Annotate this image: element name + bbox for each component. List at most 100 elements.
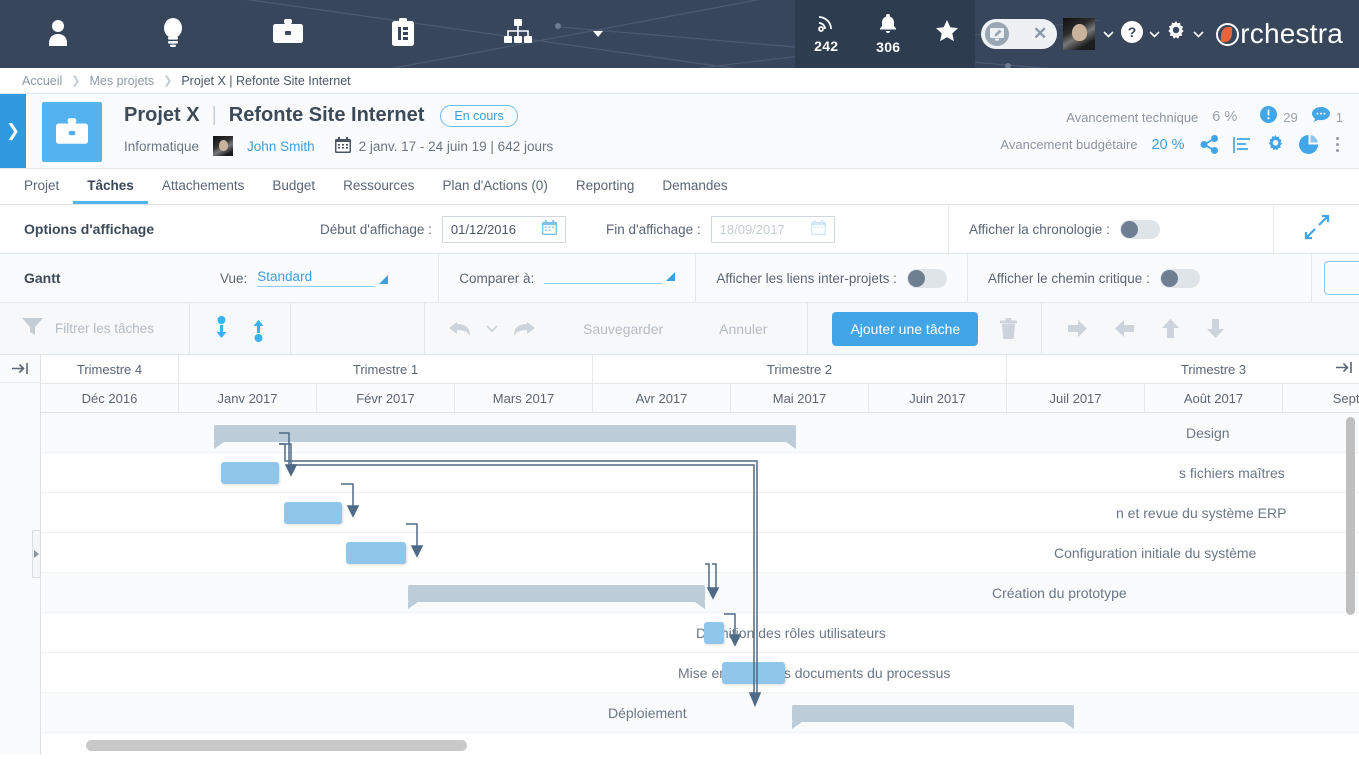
orchestra-logo[interactable]: rchestra <box>1206 0 1359 68</box>
indent-left-button[interactable] <box>1115 320 1134 337</box>
end-date-group: Fin d'affichage : 18/09/2017 <box>586 205 855 253</box>
move-down-button[interactable] <box>1207 319 1224 338</box>
nav-user-menu[interactable] <box>1063 0 1118 68</box>
edit-mode-toggle[interactable]: ✕ <box>981 19 1057 49</box>
panel-splitter-handle[interactable] <box>32 530 41 578</box>
nav-portfolio-button[interactable] <box>345 0 460 68</box>
gantt-view-button[interactable] <box>1233 136 1252 154</box>
gantt-left-gutter <box>0 355 41 755</box>
calendar-icon[interactable] <box>542 220 557 238</box>
view-select[interactable]: Standard <box>257 269 388 287</box>
undo-button[interactable] <box>449 320 472 338</box>
redo-button[interactable] <box>512 320 535 338</box>
feed-count: 242 <box>814 38 838 54</box>
interproject-toggle[interactable] <box>907 269 947 288</box>
filter-tasks-input[interactable]: Filtrer les tâches <box>0 303 190 354</box>
settings-button[interactable] <box>1266 135 1285 154</box>
pie-chart-button[interactable] <box>1299 135 1318 154</box>
tab-reporting[interactable]: Reporting <box>562 169 649 204</box>
project-owner[interactable]: John Smith <box>247 139 315 154</box>
nav-settings-button[interactable] <box>1162 0 1206 68</box>
project-tabs: Projet Tâches Attachements Budget Ressou… <box>0 169 1359 205</box>
status-badge[interactable]: En cours <box>440 105 517 127</box>
move-up-button[interactable] <box>1162 319 1179 338</box>
bell-icon <box>879 14 897 38</box>
month-header: Août 2017 <box>1145 384 1283 412</box>
save-button[interactable]: Sauvegarder <box>583 321 663 337</box>
tab-projet[interactable]: Projet <box>10 169 73 204</box>
horizontal-scrollbar-track[interactable] <box>82 740 1341 751</box>
gantt-options-title: Gantt <box>0 254 200 302</box>
nav-user-button[interactable] <box>0 0 115 68</box>
alert-count: 306 <box>876 39 900 55</box>
gantt-rows: Design s fichiers maîtres n et revue du … <box>41 413 1359 733</box>
nav-idea-button[interactable] <box>115 0 230 68</box>
brand-text: rchestra <box>1240 18 1343 50</box>
view-label: Vue: <box>220 271 247 286</box>
history-group <box>291 303 425 354</box>
expand-all-button[interactable] <box>251 316 266 342</box>
issues-badge[interactable]: 29 <box>1260 106 1297 128</box>
user-icon <box>45 18 71 51</box>
nav-favorites-button[interactable] <box>919 0 975 68</box>
cancel-button[interactable]: Annuler <box>719 321 767 337</box>
share-button[interactable] <box>1200 135 1219 154</box>
tab-plan-actions[interactable]: Plan d'Actions (0) <box>428 169 561 204</box>
breadcrumb-item-projects[interactable]: Mes projets <box>90 74 155 88</box>
vertical-scrollbar[interactable] <box>1346 417 1355 615</box>
compare-select[interactable] <box>544 272 675 284</box>
expand-panel-button[interactable] <box>1336 361 1353 379</box>
expand-arrows-icon <box>1304 214 1330 245</box>
project-metrics: Avancement technique 6 % 29 1 Avancement… <box>1000 94 1359 168</box>
interproject-toggle-label: Afficher les liens inter-projets : <box>716 271 897 286</box>
month-header: Juil 2017 <box>1007 384 1145 412</box>
chevron-right-icon: ❯ <box>71 74 80 87</box>
collapse-panel-button[interactable] <box>0 355 40 383</box>
collapse-all-button[interactable] <box>214 316 229 342</box>
project-dates: 2 janv. 17 - 24 juin 19 | 642 jours <box>359 139 554 154</box>
chevron-down-icon <box>666 272 675 281</box>
nav-more-dropdown[interactable] <box>575 0 621 68</box>
nav-feed-button[interactable]: 242 <box>795 0 857 68</box>
close-icon[interactable]: ✕ <box>1033 24 1053 44</box>
tab-demandes[interactable]: Demandes <box>648 169 741 204</box>
project-header: ❯ Projet X | Refonte Site Internet En co… <box>0 94 1359 169</box>
nav-alerts-button[interactable]: 306 <box>857 0 919 68</box>
partial-control-button[interactable] <box>1324 261 1359 295</box>
tab-taches[interactable]: Tâches <box>73 169 148 204</box>
horizontal-scrollbar-thumb[interactable] <box>86 740 467 751</box>
top-navigation-bar: 242 306 ✕ ? <box>0 0 1359 68</box>
breadcrumb-item-home[interactable]: Accueil <box>22 74 62 88</box>
nav-projects-button[interactable] <box>230 0 345 68</box>
sidebar-expand-button[interactable]: ❯ <box>0 94 26 168</box>
delete-task-button[interactable] <box>1000 318 1017 339</box>
more-actions-button[interactable] <box>1332 137 1344 153</box>
timeline-toggle[interactable] <box>1120 220 1160 239</box>
start-date-input[interactable]: 01/12/2016 <box>442 216 566 243</box>
extra-control-area <box>1311 254 1359 302</box>
tab-ressources[interactable]: Ressources <box>329 169 428 204</box>
compare-select-group: Comparer à: <box>438 254 695 302</box>
portfolio-icon <box>391 18 415 51</box>
project-info: Projet X | Refonte Site Internet En cour… <box>102 94 553 168</box>
calendar-icon <box>335 137 351 156</box>
undo-dropdown[interactable] <box>486 325 498 333</box>
month-header: Févr 2017 <box>317 384 455 412</box>
chevron-down-icon <box>593 31 603 37</box>
add-delete-group: Ajouter une tâche <box>808 303 1042 354</box>
calendar-icon[interactable] <box>811 220 826 238</box>
tab-attachements[interactable]: Attachements <box>148 169 259 204</box>
breadcrumb-item-current[interactable]: Projet X | Refonte Site Internet <box>181 74 350 88</box>
gantt-timeline-area: Trimestre 4 Trimestre 1 Trimestre 2 Trim… <box>41 355 1359 755</box>
tab-budget[interactable]: Budget <box>258 169 329 204</box>
avatar <box>1063 18 1095 50</box>
indent-right-button[interactable] <box>1068 320 1087 337</box>
critical-path-toggle[interactable] <box>1160 269 1200 288</box>
fullscreen-button[interactable] <box>1273 205 1359 253</box>
add-task-button[interactable]: Ajouter une tâche <box>832 312 978 346</box>
nav-help-button[interactable]: ? <box>1118 0 1162 68</box>
end-date-input[interactable]: 18/09/2017 <box>711 216 835 243</box>
timeline-quarters: Trimestre 4 Trimestre 1 Trimestre 2 Trim… <box>41 355 1359 384</box>
comments-badge[interactable]: 1 <box>1312 107 1343 128</box>
nav-orgchart-button[interactable] <box>460 0 575 68</box>
